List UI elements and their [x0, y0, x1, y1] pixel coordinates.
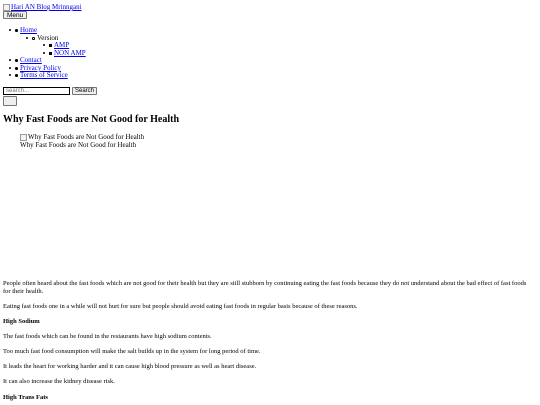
article-paragraph: It leads the heart for working harder an…: [3, 363, 257, 370]
article-paragraph: The fast foods which can be found in the…: [3, 333, 212, 340]
menu-button[interactable]: Menu: [3, 11, 28, 19]
article-paragraph: Eating fast foods one in a while will no…: [3, 303, 358, 310]
section-heading-sodium: High Sodium: [3, 318, 40, 325]
article-image: Why Fast Foods are Not Good for Health: [20, 133, 144, 141]
article-figure: Why Fast Foods are Not Good for Health W…: [20, 133, 144, 149]
list-square-icon: [49, 52, 52, 55]
list-circle-icon: [32, 37, 35, 40]
nav-item-non-amp[interactable]: NON AMP: [49, 49, 86, 57]
list-bullet-icon: [15, 74, 18, 77]
article-image-alt: Why Fast Foods are Not Good for Health: [28, 133, 145, 141]
nav-link-amp[interactable]: AMP: [54, 41, 69, 49]
list-bullet-icon: [15, 29, 18, 32]
article-paragraph: Too much fast food consumption will make…: [3, 348, 261, 355]
nav-link-terms[interactable]: Terms of Service: [20, 71, 68, 79]
article-paragraph: It can also increase the kidney disease …: [3, 378, 115, 385]
list-bullet-icon: [15, 59, 18, 62]
article-paragraph-intro: People often heard about the fast foods …: [3, 280, 527, 295]
article-image-caption: Why Fast Foods are Not Good for Health: [20, 141, 137, 149]
list-bullet-icon: [15, 67, 18, 70]
site-logo-link[interactable]: Hari AN Blog Mrinngani: [3, 3, 82, 11]
site-logo-alt-text[interactable]: Hari AN Blog Mrinngani: [11, 3, 82, 11]
broken-image-icon: [3, 3, 10, 11]
nav-item-terms[interactable]: Terms of Service: [15, 71, 68, 79]
nav-link-home[interactable]: Home: [20, 26, 37, 34]
broken-image-icon: [20, 133, 27, 141]
nav-link-contact[interactable]: Contact: [20, 56, 42, 64]
article-title: Why Fast Foods are Not Good for Health: [3, 114, 180, 125]
nav-link-non-amp[interactable]: NON AMP: [54, 49, 86, 57]
nav-item-home[interactable]: Home: [15, 26, 37, 34]
search-input[interactable]: [3, 87, 70, 95]
search-button[interactable]: Search: [72, 87, 98, 95]
list-square-icon: [49, 44, 52, 47]
section-heading-trans-fats: High Trans Fats: [3, 394, 48, 401]
nav-item-contact[interactable]: Contact: [15, 56, 42, 64]
nav-item-amp[interactable]: AMP: [49, 41, 69, 49]
empty-button[interactable]: [3, 96, 17, 106]
